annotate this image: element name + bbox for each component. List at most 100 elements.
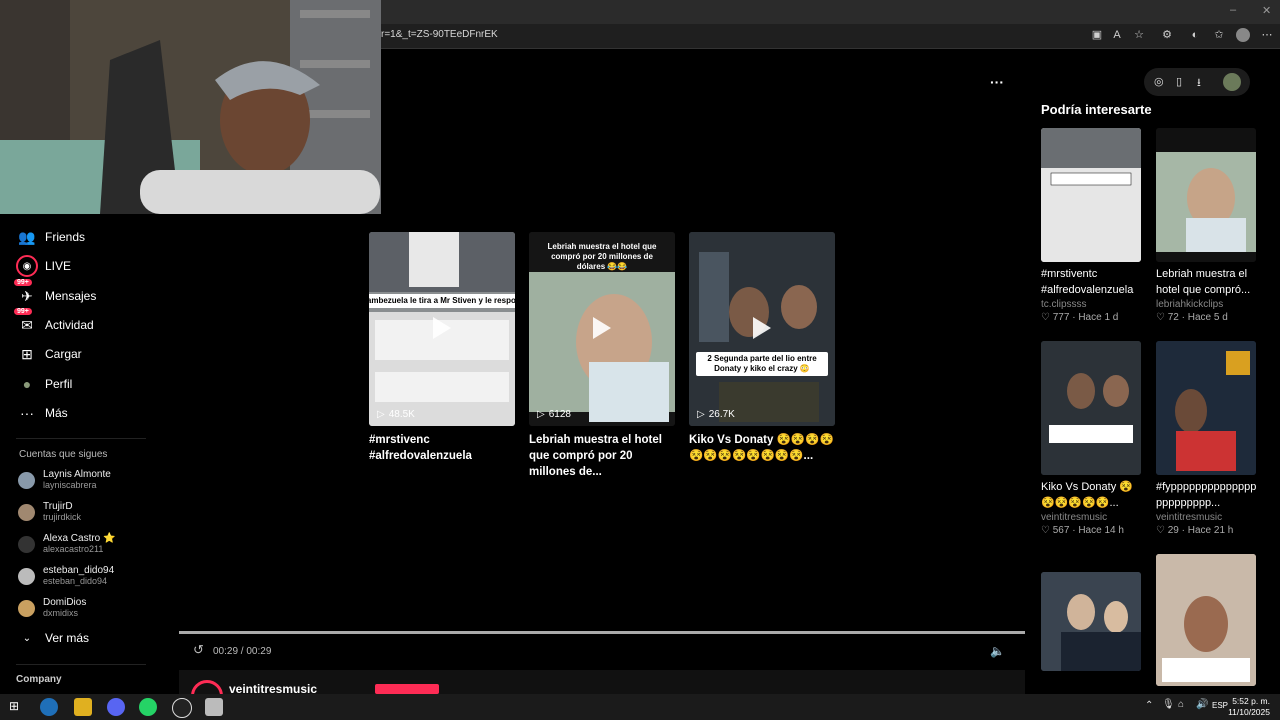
recommend-thumbnail[interactable] [1041,341,1141,475]
video-title[interactable]: Lebriah muestra el hotel que compró por … [529,432,675,480]
minimize-button[interactable]: – [1230,4,1236,16]
favorites-icon[interactable]: ✩ [1212,28,1226,42]
thumbnail-image [1156,128,1256,262]
favorite-icon[interactable]: ☆ [1132,28,1146,42]
browser-menu-icon[interactable]: ⋯ [1260,28,1274,42]
video-card[interactable]: Lebriah muestra el hotel que compró por … [529,232,675,480]
read-aloud-icon[interactable]: A [1110,28,1124,42]
sidebar-item-activity[interactable]: ✉ 99+ Actividad [14,308,94,337]
sidebar-item-messages[interactable]: ✈ 99+ Mensajes [14,279,96,308]
activity-glyph: ✉ [21,316,33,333]
sidebar-item-label: Friends [45,230,86,244]
system-clock[interactable]: 5:52 p. m. 11/10/2025 [1228,696,1270,718]
video-thumbnail[interactable]: 2 Segunda parte del lio entre Donaty y k… [689,232,835,426]
following-item[interactable]: DomiDios dxmidixs [18,594,86,622]
divider [16,438,146,439]
download-icon[interactable]: ⭳ [1197,74,1201,93]
recommend-card[interactable] [1041,572,1141,671]
following-item[interactable]: Alexa Castro ⭐ alexacastro211 [18,530,115,558]
upload-icon: ⊞ [21,345,33,362]
recommend-thumbnail[interactable] [1156,341,1256,475]
following-item[interactable]: Laynis Almonte layniscabrera [18,466,111,494]
following-name: Laynis Almonte [43,469,111,480]
recommend-author[interactable]: veintitresmusic [1041,511,1141,524]
split-screen-icon[interactable]: ◐ [1188,28,1202,42]
recommend-title[interactable]: #mrstiventc #alfredovalenzuela [1041,266,1141,298]
app-icon[interactable] [205,698,223,716]
url-text[interactable]: r=1&_t=ZS-90TEeDFnrEK [381,29,498,40]
volume-icon[interactable]: 🔈 [990,644,1005,658]
extensions-icon[interactable]: ⚙ [1160,28,1174,42]
compass-icon[interactable]: ◎ [1154,75,1164,88]
chrome-icon[interactable] [107,698,125,716]
see-more-button[interactable]: ⌄ Ver más [16,626,89,650]
thumbnail-image [1156,554,1256,686]
video-caption: 2 Segunda parte del lio entre Donaty y k… [696,352,828,376]
like-count: 567 [1052,525,1070,536]
following-name: TrujirD [43,501,73,512]
activity-badge: 99+ [14,308,32,315]
recommend-author[interactable]: veintitresmusic [1156,511,1256,524]
replay-icon[interactable]: ↺ [193,642,204,658]
obs-icon[interactable] [172,698,192,718]
following-item[interactable]: esteban_dido94 esteban_dido94 [18,562,114,590]
play-icon [753,317,771,339]
video-card[interactable]: 2 Segunda parte del lio entre Donaty y k… [689,232,835,464]
recommend-title[interactable]: Lebriah muestra el hotel que compró... [1156,266,1256,298]
sidebar-item-label: Más [45,406,68,420]
whatsapp-icon[interactable] [139,698,157,716]
following-header: Cuentas que sigues [19,449,108,460]
follow-button[interactable] [375,684,439,694]
like-count: 72 [1167,312,1179,323]
chevron-down-icon: ⌄ [22,632,32,644]
recommend-card[interactable]: #fypppppppppppppp ppppppppp... veintitre… [1156,341,1256,538]
user-avatar[interactable] [1223,73,1241,91]
sidebar-item-more[interactable]: ··· Más [16,401,68,425]
chevron-up-icon[interactable]: ⌃ [1145,700,1153,711]
progress-bar[interactable] [179,631,1025,634]
recommend-card[interactable]: #mrstiventc #alfredovalenzuela tc.clipss… [1041,128,1141,325]
video-thumbnail[interactable]: Lebriah muestra el hotel que compró por … [529,232,675,426]
video-title[interactable]: Kiko Vs Donaty 😵😵😵😵 😵😵😵😵😵😵😵😵... [689,432,835,464]
more-options-icon[interactable]: ··· [990,74,1004,90]
profile-avatar[interactable] [1236,28,1250,42]
recommend-thumbnail[interactable] [1156,128,1256,262]
microphone-icon[interactable]: 🎙 [1162,699,1175,710]
heart-icon: ♡ [1156,312,1168,323]
recommend-thumbnail[interactable] [1156,554,1256,686]
recommend-title[interactable]: Kiko Vs Donaty 😵 😵😵😵😵😵... [1041,479,1141,511]
video-title[interactable]: #mrstivenc #alfredovalenzuela [369,432,515,464]
recommend-thumbnail[interactable] [1041,128,1141,262]
windows-start-icon[interactable]: ⊞ [9,699,19,713]
video-thumbnail[interactable]: Alfredo Lambezuela le tira a Mr Stiven y… [369,232,515,426]
volume-tray-icon[interactable]: 🔊 [1196,699,1208,710]
play-small-icon: ▷ [537,409,545,420]
language-indicator[interactable]: ESP [1212,701,1228,710]
device-icon[interactable]: ▯ [1176,75,1182,88]
post-age: Hace 5 d [1187,312,1228,323]
edge-browser-icon[interactable] [40,698,58,716]
network-icon[interactable]: ⌂ [1178,699,1184,710]
recommend-author[interactable]: lebriahkickclips [1156,298,1256,311]
following-item[interactable]: TrujirD trujirdkick [18,498,81,526]
time-display: 00:29 / 00:29 [213,646,272,657]
close-button[interactable]: ✕ [1262,4,1271,17]
video-card[interactable]: Alfredo Lambezuela le tira a Mr Stiven y… [369,232,515,464]
recommend-title[interactable]: #fypppppppppppppp ppppppppp... [1156,479,1256,511]
sidebar-item-friends[interactable]: 👥 Friends [16,225,85,249]
play-small-icon: ▷ [697,409,705,420]
recommend-card[interactable] [1156,554,1256,686]
heart-icon: ♡ [1041,525,1053,536]
recommend-thumbnail[interactable] [1041,572,1141,671]
sidebar-item-upload[interactable]: ⊞ Cargar [16,342,82,366]
app-icon[interactable]: ▣ [1090,28,1104,42]
sidebar-item-live[interactable]: ◉ LIVE [16,254,71,278]
view-count: ▷ 48.5K [377,409,415,420]
recommend-card[interactable]: Lebriah muestra el hotel que compró... l… [1156,128,1256,325]
file-explorer-icon[interactable] [74,698,92,716]
recommend-author[interactable]: tc.clipssss [1041,298,1141,311]
clock-date: 11/10/2025 [1228,707,1270,717]
sidebar-item-profile[interactable]: ● Perfil [16,372,73,396]
company-link[interactable]: Company [16,674,62,685]
recommend-card[interactable]: Kiko Vs Donaty 😵 😵😵😵😵😵... veintitresmusi… [1041,341,1141,538]
